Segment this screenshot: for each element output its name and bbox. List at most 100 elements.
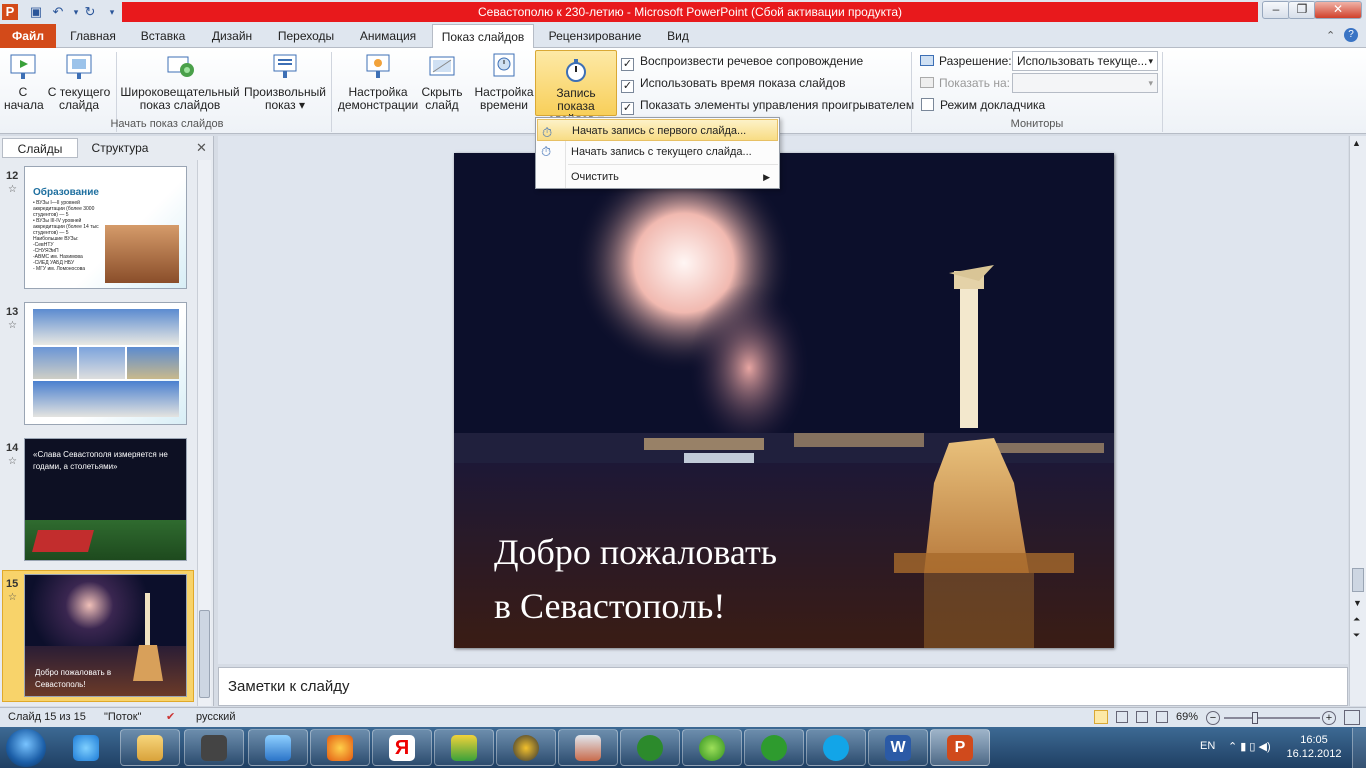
taskbar-word[interactable]: W — [868, 729, 928, 766]
taskbar-media[interactable] — [496, 729, 556, 766]
record-from-beginning-item[interactable]: ⏱ Начать запись с первого слайда... — [537, 119, 778, 141]
tab-animation[interactable]: Анимация — [350, 24, 426, 48]
current-slide[interactable]: Добро пожаловать в Севастополь! — [454, 153, 1114, 648]
pane-scrollbar[interactable] — [197, 160, 211, 706]
tab-slideshow[interactable]: Показ слайдов — [432, 24, 534, 49]
from-current-button[interactable]: С текущего слайда — [46, 50, 112, 120]
minimize-ribbon-icon[interactable]: ⌃ — [1326, 29, 1335, 42]
setup-slideshow-button[interactable]: Настройка демонстрации — [335, 50, 421, 120]
previous-slide-icon[interactable]: ⏶ — [1353, 614, 1360, 625]
rehearse-timing-button[interactable]: Настройка времени — [472, 50, 536, 120]
tab-transitions[interactable]: Переходы — [268, 24, 344, 48]
taskbar-ie[interactable] — [56, 729, 116, 766]
zoom-in-icon[interactable]: + — [1322, 711, 1336, 725]
clear-item[interactable]: Очистить ▶ — [537, 166, 778, 188]
clock[interactable]: 16:05 16.12.2012 — [1286, 733, 1342, 761]
scroll-thumb[interactable] — [199, 610, 210, 698]
tab-insert[interactable]: Вставка — [130, 24, 196, 48]
powerpoint-app-icon[interactable]: P — [2, 4, 18, 20]
scroll-up-icon[interactable]: ▲ — [1352, 138, 1361, 148]
tab-outline[interactable]: Структура — [80, 138, 160, 158]
slide-thumbnail-13[interactable] — [24, 302, 187, 425]
taskbar-hp[interactable] — [184, 729, 244, 766]
thumbnail-flag — [32, 530, 94, 552]
checkmark-icon: ✓ — [621, 58, 634, 71]
taskbar-powerpoint[interactable]: P — [930, 729, 990, 766]
editor-scrollbar[interactable]: ▲ ▼ ⏶ ⏷ — [1349, 136, 1366, 706]
show-controls-checkbox[interactable]: ✓ Показать элементы управления проигрыват… — [621, 97, 914, 115]
from-start-button[interactable]: С начала — [4, 50, 44, 120]
powerpoint-icon: P — [947, 735, 973, 761]
tab-home[interactable]: Главная — [62, 24, 124, 48]
help-icon[interactable]: ? — [1344, 28, 1358, 42]
show-desktop-button[interactable] — [1352, 728, 1366, 768]
close-pane-icon[interactable]: ✕ — [196, 140, 207, 156]
scroll-down-icon[interactable]: ▼ — [1353, 598, 1362, 608]
normal-view-icon[interactable] — [1094, 710, 1108, 724]
tab-slides[interactable]: Слайды — [2, 138, 78, 158]
zoom-slider-thumb[interactable] — [1252, 712, 1258, 724]
notes-pane[interactable]: Заметки к слайду — [218, 667, 1348, 706]
zoom-slider[interactable] — [1224, 717, 1320, 719]
slide-thumbnail-12[interactable]: Образование • ВУЗы I—II уровней аккредит… — [24, 166, 187, 289]
folder-icon — [137, 735, 163, 761]
yandex-icon: Я — [389, 735, 415, 761]
taskbar-mail-agent[interactable] — [744, 729, 804, 766]
taskbar-mail[interactable] — [248, 729, 308, 766]
transition-star-icon: ☆ — [8, 184, 17, 195]
redo-icon[interactable]: ↻ — [82, 4, 98, 20]
start-button[interactable] — [6, 729, 46, 767]
next-slide-icon[interactable]: ⏷ — [1353, 630, 1360, 641]
hide-slide-button[interactable]: Скрыть слайд — [420, 50, 464, 120]
taskbar-utorrent[interactable] — [620, 729, 680, 766]
zoom-level[interactable]: 69% — [1176, 708, 1198, 727]
resolution-dropdown[interactable]: Использовать текуще... ▾ — [1012, 51, 1158, 71]
chevron-right-icon: ▶ — [763, 172, 770, 182]
save-icon[interactable]: ▣ — [28, 4, 44, 20]
scroll-thumb[interactable] — [1352, 568, 1364, 592]
slide-sorter-icon[interactable] — [1116, 711, 1128, 723]
tray-icons[interactable]: ⌃ ▮ ▯ ◀) — [1228, 740, 1271, 753]
zoom-out-icon[interactable]: − — [1206, 711, 1220, 725]
checkmark-icon: ✓ — [621, 80, 634, 93]
narration-checkbox[interactable]: ✓ Воспроизвести речевое сопровождение — [621, 53, 863, 71]
record-from-current-item[interactable]: ⏱ Начать запись с текущего слайда... — [537, 141, 778, 163]
slide-thumbnail-14[interactable]: «Слава Севастополя измеряется не годами,… — [24, 438, 187, 561]
thumbnail-photo — [79, 347, 125, 379]
customize-qat-icon[interactable]: ▾ — [104, 4, 120, 20]
taskbar-app-green[interactable] — [434, 729, 494, 766]
tab-view[interactable]: Вид — [656, 24, 700, 48]
record-slideshow-button[interactable]: Запись показа слайдов ▾ — [535, 50, 617, 126]
taskbar-explorer[interactable] — [120, 729, 180, 766]
taskbar-firefox[interactable] — [310, 729, 370, 766]
chevron-down-icon: ▾ — [1148, 78, 1153, 88]
presenter-view-checkbox[interactable]: Режим докладчика — [921, 97, 1045, 113]
thumbnail-photo — [33, 381, 179, 417]
tab-review[interactable]: Рецензирование — [540, 24, 650, 48]
slideshow-view-icon[interactable] — [1156, 711, 1168, 723]
minimize-button[interactable]: – — [1262, 1, 1290, 19]
tab-file[interactable]: Файл — [0, 24, 56, 48]
keyboard-language[interactable]: EN — [1200, 740, 1215, 752]
undo-icon[interactable]: ↶ — [50, 4, 66, 20]
taskbar-skype[interactable] — [806, 729, 866, 766]
restore-button[interactable]: ❐ — [1288, 1, 1316, 19]
thumbnail-photo — [33, 309, 179, 345]
use-timings-checkbox[interactable]: ✓ Использовать время показа слайдов — [621, 75, 846, 93]
reading-view-icon[interactable] — [1136, 711, 1148, 723]
taskbar-yandex[interactable]: Я — [372, 729, 432, 766]
spellcheck-icon[interactable]: ✔ — [166, 708, 175, 727]
mail-agent-icon — [761, 735, 787, 761]
tab-design[interactable]: Дизайн — [202, 24, 262, 48]
fit-to-window-icon[interactable] — [1344, 710, 1360, 725]
show-on-dropdown[interactable]: ▾ — [1012, 73, 1158, 93]
taskbar-app[interactable] — [558, 729, 618, 766]
slide-number: 15 — [6, 578, 19, 590]
close-button[interactable]: ✕ — [1314, 1, 1362, 19]
custom-show-button[interactable]: Произвольный показ ▾ — [242, 50, 328, 120]
slide-thumbnail-15[interactable]: Добро пожаловать в Севастополь! — [24, 574, 187, 697]
taskbar-icq[interactable] — [682, 729, 742, 766]
group-separator — [331, 52, 332, 132]
broadcast-button[interactable]: Широковещательный показ слайдов — [118, 50, 242, 120]
language-indicator[interactable]: русский — [196, 708, 235, 727]
